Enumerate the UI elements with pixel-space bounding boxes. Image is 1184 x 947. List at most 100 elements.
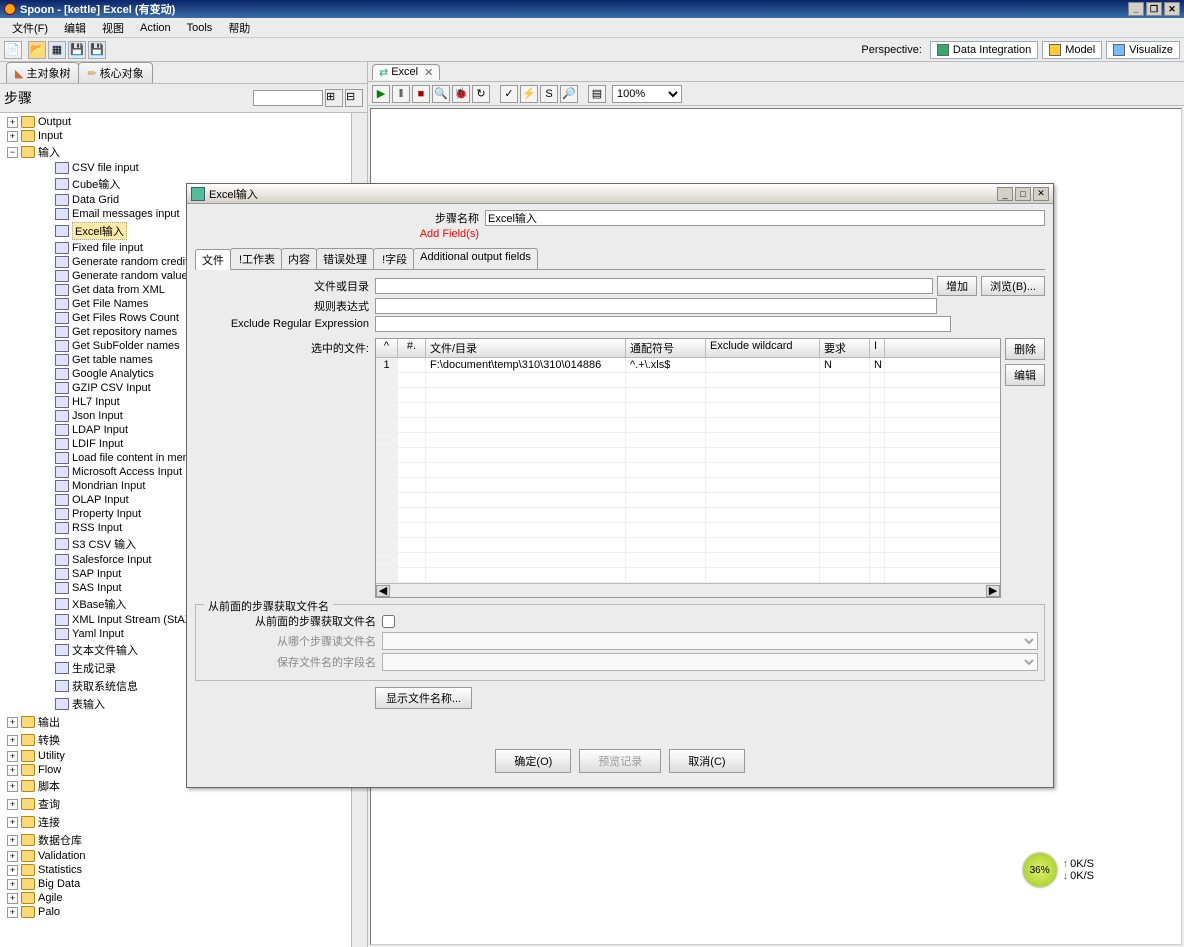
tab-sheets[interactable]: !工作表 xyxy=(230,248,282,269)
open-button[interactable]: 📂 xyxy=(28,41,46,59)
toggle-icon[interactable]: + xyxy=(7,781,18,792)
dialog-maximize-button[interactable]: □ xyxy=(1015,187,1031,201)
tree-folder[interactable]: −输入 xyxy=(0,143,367,161)
toggle-icon[interactable]: + xyxy=(7,765,18,776)
tree-leaf[interactable]: CSV file input xyxy=(0,161,367,175)
zoom-select[interactable]: 100% xyxy=(612,85,682,103)
tree-folder[interactable]: +Big Data xyxy=(0,877,367,891)
saveas-button[interactable]: 💾 xyxy=(88,41,106,59)
expand-all-button[interactable]: ⊞ xyxy=(325,89,343,107)
stop-button[interactable]: ■ xyxy=(412,85,430,103)
menu-file[interactable]: 文件(F) xyxy=(4,18,56,38)
run-button[interactable]: ▶ xyxy=(372,85,390,103)
browse-button[interactable]: 浏览(B)... xyxy=(981,276,1045,296)
toggle-icon[interactable]: + xyxy=(7,117,18,128)
toggle-icon[interactable]: + xyxy=(7,717,18,728)
exclude-regex-input[interactable] xyxy=(375,316,951,332)
folder-icon xyxy=(21,834,35,846)
step-icon xyxy=(55,242,69,254)
tab-core-objects[interactable]: ✏核心对象 xyxy=(78,62,152,83)
preview-button[interactable]: 🔍 xyxy=(432,85,450,103)
toggle-icon[interactable]: − xyxy=(7,147,18,158)
tree-folder[interactable]: +Palo xyxy=(0,905,367,919)
tab-file[interactable]: 文件 xyxy=(195,249,231,270)
perspective-data-integration[interactable]: Data Integration xyxy=(930,41,1038,59)
perspective-visualize[interactable]: Visualize xyxy=(1106,41,1180,59)
menu-tools[interactable]: Tools xyxy=(179,20,221,36)
menu-view[interactable]: 视图 xyxy=(94,18,132,38)
dialog-close-button[interactable]: ✕ xyxy=(1033,187,1049,201)
tree-folder[interactable]: +连接 xyxy=(0,813,367,831)
dialog-minimize-button[interactable]: _ xyxy=(997,187,1013,201)
tree-folder[interactable]: +Input xyxy=(0,129,367,143)
transformation-tab[interactable]: ⇄ Excel ✕ xyxy=(372,64,440,80)
from-step-checkbox[interactable] xyxy=(382,615,395,628)
ok-button[interactable]: 确定(O) xyxy=(495,749,571,773)
toggle-icon[interactable]: + xyxy=(7,865,18,876)
tab-main-tree[interactable]: ◣主对象树 xyxy=(6,62,79,83)
cancel-button[interactable]: 取消(C) xyxy=(669,749,744,773)
show-filenames-button[interactable]: 显示文件名称... xyxy=(375,687,472,709)
toggle-icon[interactable]: + xyxy=(7,817,18,828)
preview-button[interactable]: 预览记录 xyxy=(579,749,661,773)
save-button[interactable]: 💾 xyxy=(68,41,86,59)
delete-button[interactable]: 删除 xyxy=(1005,338,1045,360)
explore-db-button[interactable]: 🔎 xyxy=(560,85,578,103)
explore-button[interactable]: ▦ xyxy=(48,41,66,59)
edit-button[interactable]: 编辑 xyxy=(1005,364,1045,386)
toggle-icon[interactable]: + xyxy=(7,893,18,904)
tab-fields[interactable]: !字段 xyxy=(373,248,414,269)
tree-folder[interactable]: +Output xyxy=(0,115,367,129)
impact-button[interactable]: ⚡ xyxy=(520,85,538,103)
minimize-button[interactable]: _ xyxy=(1128,2,1144,16)
step-filter-input[interactable] xyxy=(253,90,323,106)
toggle-icon[interactable]: + xyxy=(7,799,18,810)
close-tab-icon[interactable]: ✕ xyxy=(424,66,433,79)
add-button[interactable]: 增加 xyxy=(937,276,977,296)
step-icon xyxy=(55,194,69,206)
from-step-checkbox-label: 从前面的步骤获取文件名 xyxy=(202,613,382,629)
field-name-label: 保存文件名的字段名 xyxy=(202,654,382,670)
toggle-icon[interactable]: + xyxy=(7,835,18,846)
toggle-icon[interactable]: + xyxy=(7,735,18,746)
tab-content[interactable]: 内容 xyxy=(281,248,317,269)
perspective-model[interactable]: Model xyxy=(1042,41,1102,59)
horizontal-scrollbar[interactable]: ◀▶ xyxy=(376,583,1000,597)
sql-button[interactable]: S xyxy=(540,85,558,103)
selected-files-label: 选中的文件: xyxy=(195,338,375,598)
step-name-input[interactable] xyxy=(485,210,1045,226)
tree-folder[interactable]: +Agile xyxy=(0,891,367,905)
selected-files-table[interactable]: ^ #. 文件/目录 通配符号 Exclude wildcard 要求 I 1 … xyxy=(375,338,1001,598)
menu-edit[interactable]: 编辑 xyxy=(56,18,94,38)
debug-button[interactable]: 🐞 xyxy=(452,85,470,103)
menu-help[interactable]: 帮助 xyxy=(220,18,258,38)
collapse-all-button[interactable]: ⊟ xyxy=(345,89,363,107)
step-icon xyxy=(55,644,69,656)
file-or-dir-input[interactable] xyxy=(375,278,933,294)
tree-folder[interactable]: +Statistics xyxy=(0,863,367,877)
menu-action[interactable]: Action xyxy=(132,20,179,36)
toggle-icon[interactable]: + xyxy=(7,851,18,862)
toggle-icon[interactable]: + xyxy=(7,879,18,890)
pause-button[interactable]: ‖ xyxy=(392,85,410,103)
tree-folder[interactable]: +查询 xyxy=(0,795,367,813)
add-fields-link[interactable]: Add Field(s) xyxy=(195,228,485,240)
verify-button[interactable]: ✓ xyxy=(500,85,518,103)
toggle-icon[interactable]: + xyxy=(7,907,18,918)
toggle-icon[interactable]: + xyxy=(7,131,18,142)
tab-error[interactable]: 错误处理 xyxy=(316,248,374,269)
tree-folder[interactable]: +Validation xyxy=(0,849,367,863)
show-results-button[interactable]: ▤ xyxy=(588,85,606,103)
tree-folder[interactable]: +数据仓库 xyxy=(0,831,367,849)
toggle-icon[interactable]: + xyxy=(7,751,18,762)
replay-button[interactable]: ↻ xyxy=(472,85,490,103)
restore-button[interactable]: ❐ xyxy=(1146,2,1162,16)
table-row[interactable]: 1 F:\document\temp\310\310\014886 ^.+\.x… xyxy=(376,358,1000,373)
dialog-titlebar[interactable]: Excel输入 _ □ ✕ xyxy=(187,184,1053,204)
close-button[interactable]: ✕ xyxy=(1164,2,1180,16)
regex-input[interactable] xyxy=(375,298,937,314)
tab-additional[interactable]: Additional output fields xyxy=(413,248,538,269)
new-button[interactable]: 📄 xyxy=(4,41,22,59)
step-icon xyxy=(55,508,69,520)
folder-icon xyxy=(21,878,35,890)
